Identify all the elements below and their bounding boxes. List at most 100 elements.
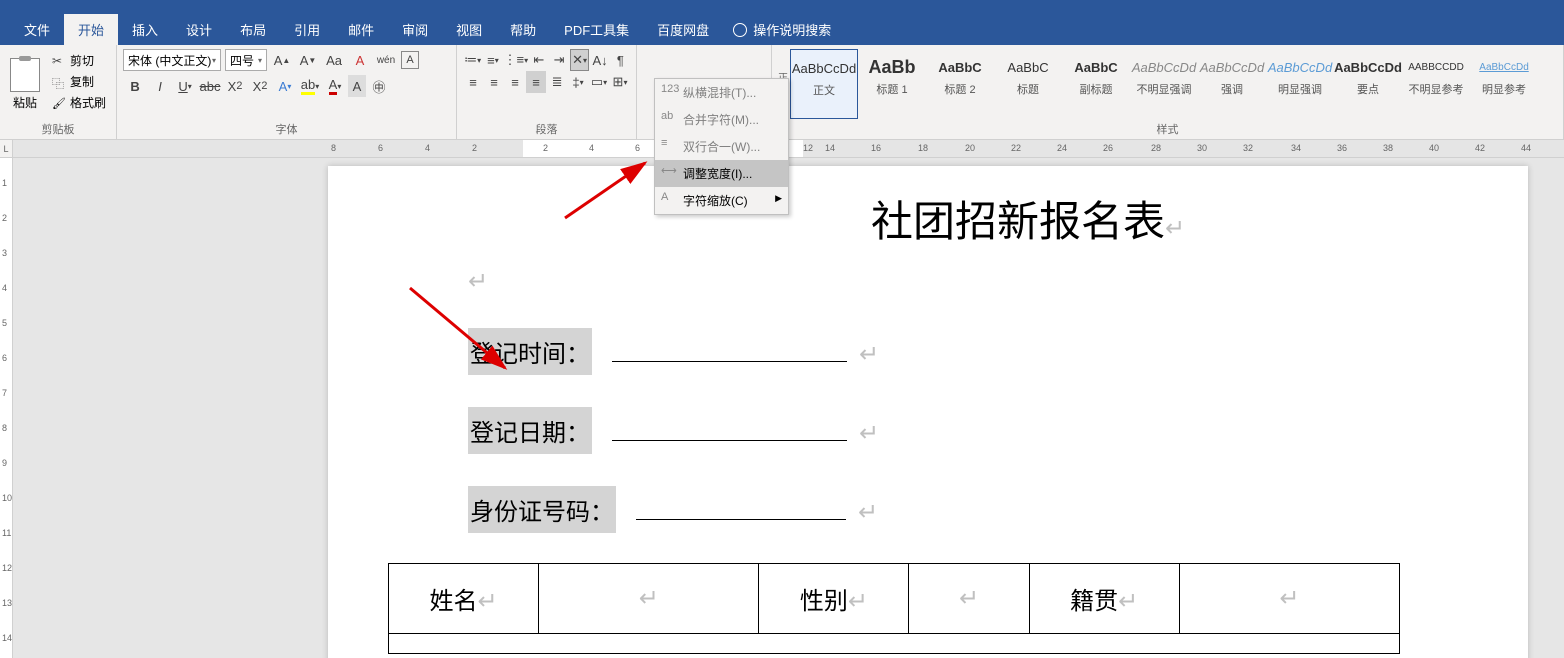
field-blank[interactable] [612,421,847,441]
bullets-button[interactable]: ≔▾ [463,49,482,71]
brush-icon [52,96,66,110]
tab-design[interactable]: 设计 [172,14,226,45]
distribute-button[interactable]: ≣ [547,71,567,93]
style-preview: AaBbC [1074,53,1117,81]
shrink-font-button[interactable]: A▼ [297,49,319,71]
font-name-value: 宋体 (中文正文) [128,52,211,69]
tab-view[interactable]: 视图 [442,14,496,45]
menu-fit-width[interactable]: ⟷调整宽度(I)... [655,160,788,187]
cell-gender-value[interactable]: ↵ [909,564,1029,634]
tab-start[interactable]: 开始 [64,14,118,45]
font-group-label: 字体 [123,119,450,139]
font-color-button[interactable]: A▾ [323,75,347,97]
paragraph-mark-icon: ↵ [858,498,878,527]
style-title[interactable]: AaBbC标题 [994,49,1062,119]
grow-font-button[interactable]: A▲ [271,49,293,71]
tab-pdf[interactable]: PDF工具集 [550,14,643,45]
menu-label: 字符缩放(C) [683,194,748,208]
style-h1[interactable]: AaBb标题 1 [858,49,926,119]
char-shading-button[interactable]: A [348,75,366,97]
clear-format-button[interactable]: A [349,49,371,71]
asian-layout-button[interactable]: ✕▾ [570,49,590,71]
menu-merge-chars[interactable]: ab合并字符(M)... [655,106,788,133]
text-effects-button[interactable]: A▾ [273,75,297,97]
style-em[interactable]: AaBbCcDd强调 [1198,49,1266,119]
char-border-button[interactable]: A [401,51,419,69]
enclose-char-button[interactable]: ㊥ [367,75,391,97]
copy-button[interactable]: 复制 [50,72,108,91]
menu-char-scale[interactable]: A字符缩放(C)▶ [655,187,788,214]
bold-button[interactable]: B [123,75,147,97]
borders-button[interactable]: ⊞▾ [610,71,630,93]
tab-references[interactable]: 引用 [280,14,334,45]
line-spacing-button[interactable]: ‡▾ [568,71,588,93]
menu-vert-horiz[interactable]: 123纵横混排(T)... [655,79,788,106]
font-size-combo[interactable]: 四号▾ [225,49,267,71]
superscript-button[interactable]: X2 [248,75,272,97]
underline-button[interactable]: U▾ [173,75,197,97]
strikethrough-button[interactable]: abc [198,75,222,97]
phonetic-guide-button[interactable]: wén [375,49,397,71]
style-label: 标题 1 [876,81,907,97]
tab-baidu[interactable]: 百度网盘 [643,14,723,45]
style-preview: AaBbCcDd [1268,53,1332,81]
style-subtitle[interactable]: AaBbC副标题 [1062,49,1130,119]
cell-gender-label: 性别↵ [759,564,909,634]
tab-layout[interactable]: 布局 [226,14,280,45]
sort-button[interactable]: A↓ [590,49,609,71]
bulb-icon [733,23,747,37]
italic-button[interactable]: I [148,75,172,97]
highlight-button[interactable]: ab▾ [298,75,322,97]
cell-native-value[interactable]: ↵ [1179,564,1399,634]
menu-label: 调整宽度(I)... [683,167,752,181]
tab-help[interactable]: 帮助 [496,14,550,45]
tell-me-search[interactable]: 操作说明搜索 [723,14,841,45]
tab-review[interactable]: 审阅 [388,14,442,45]
style-normal[interactable]: AaBbCcDd正文 [790,49,858,119]
multilevel-button[interactable]: ⋮≡▾ [504,49,529,71]
format-painter-button[interactable]: 格式刷 [50,93,108,112]
paste-button[interactable]: 粘贴 [6,49,44,119]
page-scroll[interactable]: 社团招新报名表↵ ↵ 登记时间： ↵ 登记日期： ↵ 身份证号码： ↵ 姓名↵ [13,158,1564,658]
menu-two-lines[interactable]: ≡双行合一(W)... [655,133,788,160]
style-preview: AABBCCDD [1408,53,1464,81]
title-bar [0,0,1564,15]
style-label: 明显参考 [1482,81,1526,97]
two-lines-icon: ≡ [661,137,677,153]
subscript-button[interactable]: X2 [223,75,247,97]
increase-indent-button[interactable]: ⇥ [549,49,568,71]
cell-name-value[interactable]: ↵ [539,564,759,634]
clipboard-group-label: 剪贴板 [6,119,110,139]
style-preview: AaBbC [938,53,981,81]
paste-label: 粘贴 [13,94,37,111]
style-intense-ref[interactable]: AaBbCcDd明显参考 [1470,49,1538,119]
field-reg-date: 登记日期： ↵ [468,407,1468,454]
font-name-combo[interactable]: 宋体 (中文正文)▾ [123,49,221,71]
style-h2[interactable]: AaBbC标题 2 [926,49,994,119]
align-center-button[interactable]: ≡ [484,71,504,93]
ruler-vertical[interactable]: 1234567891011121314 [0,158,13,658]
change-case-button[interactable]: Aa [323,49,345,71]
tab-file[interactable]: 文件 [10,14,64,45]
decrease-indent-button[interactable]: ⇤ [529,49,548,71]
shading-button[interactable]: ▭▾ [589,71,609,93]
numbering-button[interactable]: ≡▾ [483,49,502,71]
align-left-button[interactable]: ≡ [463,71,483,93]
justify-button[interactable]: ≡ [526,71,546,93]
style-subtle-em[interactable]: AaBbCcDd不明显强调 [1130,49,1198,119]
field-blank[interactable] [612,342,847,362]
cut-button[interactable]: 剪切 [50,51,108,70]
tab-selector[interactable]: L [0,140,13,157]
align-right-button[interactable]: ≡ [505,71,525,93]
style-quote[interactable]: AABBCCDD不明显参考 [1402,49,1470,119]
style-label: 副标题 [1080,81,1113,97]
tab-mail[interactable]: 邮件 [334,14,388,45]
copy-icon [52,75,66,89]
field-blank[interactable] [636,500,846,520]
tab-insert[interactable]: 插入 [118,14,172,45]
style-intense-em[interactable]: AaBbCcDd明显强调 [1266,49,1334,119]
font-size-value: 四号 [230,52,254,69]
show-marks-button[interactable]: ¶ [611,49,630,71]
cut-label: 剪切 [70,52,94,69]
style-strong[interactable]: AaBbCcDd要点 [1334,49,1402,119]
